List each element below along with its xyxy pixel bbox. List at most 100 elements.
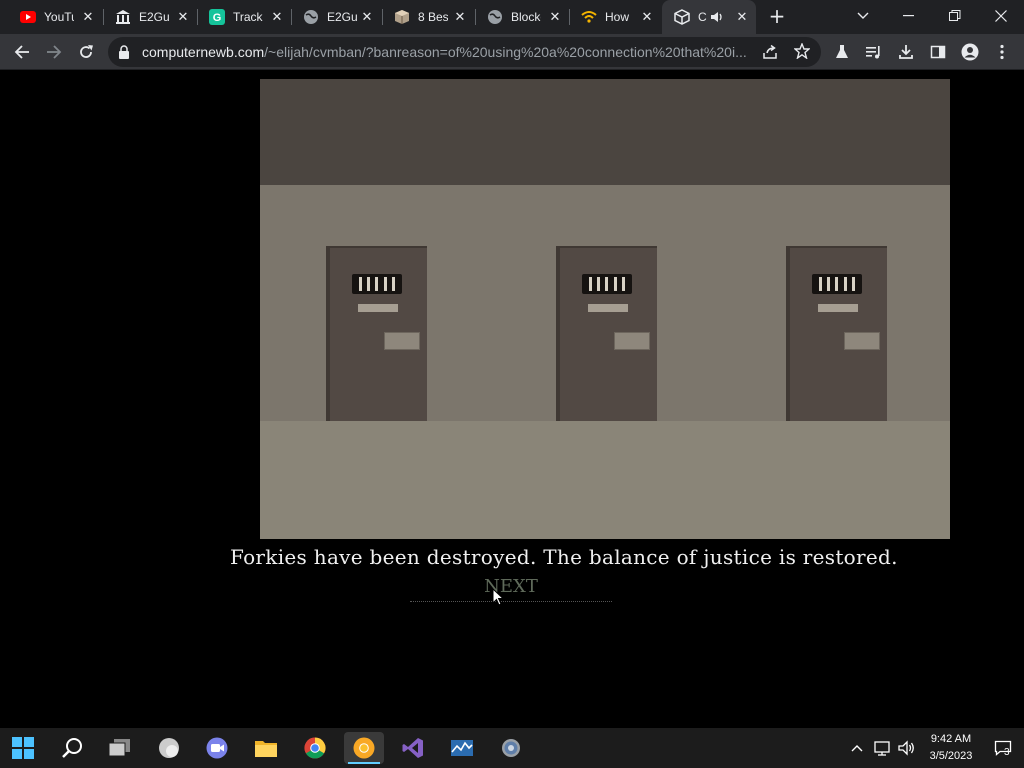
downloads-button[interactable]	[892, 38, 920, 66]
task-view-button[interactable]	[100, 732, 140, 764]
settings-button[interactable]	[491, 732, 531, 764]
close-icon[interactable]: ✕	[269, 9, 285, 25]
visual-studio-icon	[402, 738, 423, 758]
profile-button[interactable]	[956, 38, 984, 66]
search-button[interactable]	[52, 732, 92, 764]
visual-studio-button[interactable]	[393, 732, 433, 764]
notifications-button[interactable]: 3	[988, 728, 1018, 768]
weather-icon	[159, 738, 179, 758]
forward-button[interactable]	[40, 38, 68, 66]
tab-how[interactable]: How ✕	[569, 0, 661, 34]
labs-button[interactable]	[828, 38, 856, 66]
url-text: computernewb.com/~elijah/cvmban/?banreas…	[142, 44, 752, 60]
close-icon[interactable]: ✕	[359, 9, 375, 25]
door-slot	[844, 332, 880, 350]
reload-icon	[80, 45, 93, 58]
notification-count-badge: 3	[1004, 747, 1010, 758]
browser-toolbar: computernewb.com/~elijah/cvmban/?banreas…	[0, 34, 1024, 70]
grammarly-icon: G	[209, 9, 225, 25]
gear-icon	[502, 739, 520, 757]
close-icon[interactable]: ✕	[734, 9, 750, 25]
cube-icon	[674, 9, 690, 25]
restore-button[interactable]	[932, 0, 978, 32]
side-panel-icon	[930, 45, 946, 59]
chrome-canary-button[interactable]	[344, 732, 384, 764]
next-button[interactable]: NEXT	[410, 576, 612, 602]
media-control-button[interactable]	[860, 38, 888, 66]
system-clock[interactable]: 9:42 AM 3/5/2023	[920, 731, 982, 765]
door-nameplate	[358, 304, 398, 312]
door-slot	[384, 332, 420, 350]
lock-icon	[118, 44, 130, 63]
menu-button[interactable]	[988, 38, 1016, 66]
playlist-icon	[866, 46, 880, 59]
box-icon	[394, 9, 410, 25]
game-scene	[260, 79, 950, 539]
taskbar: 9:42 AM 3/5/2023 3	[0, 728, 1024, 768]
tab-search-button[interactable]	[840, 0, 886, 32]
address-bar[interactable]: computernewb.com/~elijah/cvmban/?banreas…	[108, 37, 821, 67]
close-icon[interactable]: ✕	[639, 9, 655, 25]
cell-door-3	[786, 246, 887, 421]
speaker-icon[interactable]	[710, 10, 724, 27]
tab-title: YouTube	[44, 10, 74, 24]
reload-button[interactable]	[72, 38, 100, 66]
start-button[interactable]	[3, 732, 43, 764]
new-tab-button[interactable]: +	[766, 5, 788, 27]
network-icon	[874, 741, 890, 756]
globe-icon	[487, 9, 503, 25]
close-icon[interactable]: ✕	[175, 9, 191, 25]
scene-ceiling	[260, 79, 950, 185]
folder-icon	[255, 741, 277, 757]
windows-icon	[12, 737, 34, 759]
url-path: /~elijah/cvmban/?banreason=of%20using%20…	[264, 44, 747, 60]
file-explorer-button[interactable]	[246, 732, 286, 764]
camera-chat-icon	[206, 737, 228, 759]
wifi-icon	[581, 9, 597, 25]
tab-e2guardian-2[interactable]: E2Guardian ✕	[291, 0, 381, 34]
url-host: computernewb.com	[142, 44, 265, 60]
tab-blocked[interactable]: Blocked ✕	[475, 0, 569, 34]
tab-youtube[interactable]: YouTube ✕	[8, 0, 102, 34]
monitor-app-button[interactable]	[442, 732, 482, 764]
arrow-left-icon	[14, 45, 29, 59]
back-button[interactable]	[8, 38, 36, 66]
svg-text:G: G	[213, 12, 222, 24]
tab-current[interactable]: C ✕	[662, 0, 756, 34]
tab-strip: YouTube ✕ E2Guardian ✕ G Tracker ✕ E2Gua…	[0, 0, 1024, 34]
door-slot	[614, 332, 650, 350]
close-icon[interactable]: ✕	[547, 9, 563, 25]
tab-title: E2Guardian	[327, 10, 357, 24]
clock-date: 3/5/2023	[929, 750, 973, 762]
task-view-icon	[108, 739, 130, 757]
avatar-icon	[961, 43, 979, 61]
chrome-button[interactable]	[295, 732, 335, 764]
show-hidden-icons-button[interactable]	[846, 728, 868, 768]
chrome-canary-icon	[353, 737, 375, 759]
close-icon[interactable]: ✕	[80, 9, 96, 25]
volume-button[interactable]	[895, 728, 919, 768]
tab-title: 8 Best	[418, 10, 448, 24]
network-button[interactable]	[870, 728, 894, 768]
flask-icon	[836, 45, 848, 58]
tab-8-best[interactable]: 8 Best ✕	[382, 0, 474, 34]
tab-tracker[interactable]: G Tracker ✕	[197, 0, 291, 34]
tab-title: Tracker	[233, 10, 263, 24]
game-caption: Forkies have been destroyed. The balance…	[230, 545, 898, 569]
share-icon[interactable]	[762, 44, 778, 64]
chat-button[interactable]	[197, 732, 237, 764]
tab-title: How	[605, 10, 630, 24]
star-icon[interactable]	[793, 42, 811, 63]
close-icon[interactable]: ✕	[452, 9, 468, 25]
minimize-button[interactable]	[886, 0, 932, 32]
widgets-button[interactable]	[149, 732, 189, 764]
scene-floor	[260, 421, 950, 539]
cell-window	[352, 274, 402, 294]
close-icon	[995, 10, 1007, 22]
side-panel-button[interactable]	[924, 38, 952, 66]
volume-icon	[898, 740, 914, 756]
tab-e2guardian-1[interactable]: E2Guardian ✕	[103, 0, 197, 34]
close-window-button[interactable]	[978, 0, 1024, 32]
clock-time: 9:42 AM	[930, 733, 972, 745]
door-nameplate	[818, 304, 858, 312]
